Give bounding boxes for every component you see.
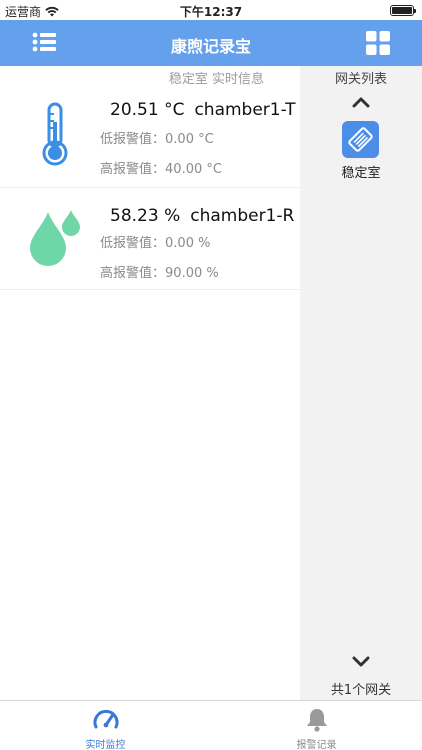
sensor-card-humidity[interactable]: 58.23 % chamber1-R 低报警值0.00 % 高报警值90.00 %	[0, 190, 300, 290]
low-alarm-value: 0.00 °C	[165, 132, 214, 147]
high-alarm-value: 90.00 %	[165, 266, 219, 281]
thermometer-icon	[42, 102, 68, 166]
high-alarm-value: 40.00 °C	[165, 162, 222, 177]
tab-label: 实时监控	[85, 740, 126, 750]
chevron-down-icon[interactable]	[352, 656, 370, 668]
gateway-count: 共1个网关	[330, 683, 392, 698]
gateway-panel: 网关列表 稳定室 共1个网关	[300, 66, 422, 700]
high-alarm-row: 高报警值90.00 %	[100, 262, 219, 281]
water-drop-icon	[30, 210, 80, 266]
battery-icon	[390, 5, 416, 16]
tab-label: 报警记录	[296, 740, 337, 750]
low-alarm-row: 低报警值0.00 %	[100, 232, 210, 251]
grid-icon[interactable]	[366, 31, 390, 55]
section-caption: 稳定室 实时信息	[168, 72, 264, 87]
status-bar: 运营商 下午12:37	[0, 0, 422, 20]
bell-icon	[306, 709, 327, 732]
nav-bar: 康煦记录宝	[0, 20, 422, 66]
status-time: 下午12:37	[179, 5, 243, 19]
page-title: 康煦记录宝	[170, 37, 251, 56]
high-alarm-row: 高报警值40.00 °C	[100, 158, 222, 177]
sensor-name: chamber1-R	[190, 206, 295, 226]
tab-alarm-records[interactable]: 报警记录	[211, 701, 422, 750]
sensor-reading: 20.51 °C chamber1-T	[110, 100, 296, 120]
low-alarm-row: 低报警值0.00 °C	[100, 128, 214, 147]
high-alarm-label: 高报警值	[100, 162, 165, 177]
high-alarm-label: 高报警值	[100, 266, 165, 281]
tab-bar: 实时监控 报警记录	[0, 700, 422, 750]
low-alarm-label: 低报警值	[100, 132, 165, 147]
sensor-card-temperature[interactable]: 20.51 °C chamber1-T 低报警值0.00 °C 高报警值40.00…	[0, 88, 300, 188]
low-alarm-label: 低报警值	[100, 236, 165, 251]
sensor-list: 稳定室 实时信息 20.51 °C chamber1-T 低报警值0.00 °C …	[0, 66, 300, 700]
chevron-up-icon[interactable]	[352, 96, 370, 108]
sensor-name: chamber1-T	[194, 100, 296, 120]
sensor-value: 58.23 %	[110, 206, 181, 226]
gateway-icon	[342, 121, 379, 158]
sensor-value: 20.51 °C	[110, 100, 185, 120]
tab-realtime-monitor[interactable]: 实时监控	[0, 701, 211, 750]
gateway-panel-title: 网关列表	[334, 72, 387, 87]
gateway-item-label: 稳定室	[341, 166, 381, 181]
speedometer-icon	[93, 709, 118, 729]
gateway-item[interactable]: 稳定室	[331, 121, 391, 183]
sensor-reading: 58.23 % chamber1-R	[110, 206, 294, 226]
low-alarm-value: 0.00 %	[165, 236, 211, 251]
